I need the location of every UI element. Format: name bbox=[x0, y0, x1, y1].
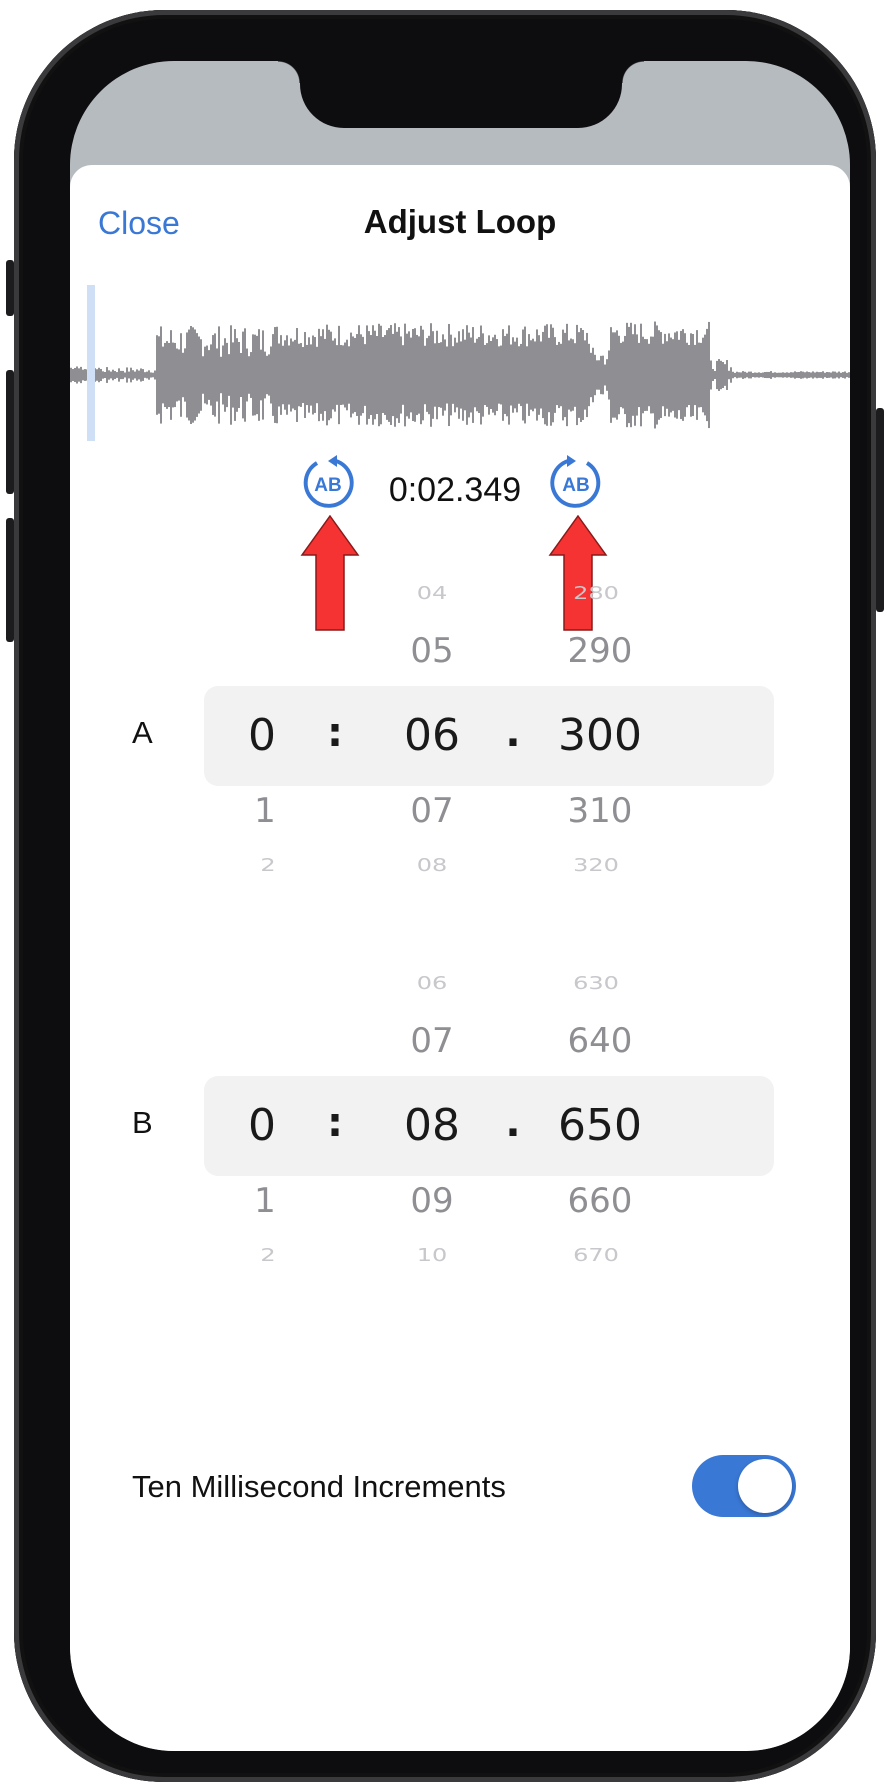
volume-down-button bbox=[6, 518, 14, 642]
screen: Adjust Loop Close AB 0:02.349 AB A 0 1 2… bbox=[70, 61, 850, 1751]
svg-text:AB: AB bbox=[562, 475, 589, 496]
picker-b-minutes-next1: 1 bbox=[254, 1181, 276, 1221]
picker-b-minutes-selected: 0 bbox=[248, 1100, 276, 1151]
close-button[interactable]: Close bbox=[98, 205, 180, 242]
ten-ms-increments-label: Ten Millisecond Increments bbox=[132, 1469, 506, 1504]
waveform-bars bbox=[70, 321, 850, 429]
picker-a-label: A bbox=[132, 715, 153, 750]
set-loop-end-button[interactable]: AB bbox=[546, 453, 606, 513]
picker-b-minutes-next2: 2 bbox=[260, 1244, 276, 1266]
phone-frame: Adjust Loop Close AB 0:02.349 AB A 0 1 2… bbox=[6, 10, 884, 1782]
picker-b-seconds-selected: 08 bbox=[404, 1100, 460, 1151]
picker-b-seconds-next2: 10 bbox=[416, 1244, 448, 1266]
picker-a-millis-prev1: 290 bbox=[567, 631, 633, 671]
power-button bbox=[876, 408, 884, 612]
notch bbox=[278, 61, 644, 128]
adjust-loop-sheet: Adjust Loop Close AB 0:02.349 AB A 0 1 2… bbox=[70, 165, 850, 1751]
picker-b-seconds-prev1: 07 bbox=[410, 1021, 454, 1061]
ab-loop-forward-icon: AB bbox=[550, 455, 601, 508]
hint-arrow-start bbox=[300, 515, 360, 631]
picker-a-millis-next1: 310 bbox=[567, 791, 633, 831]
toggle-knob bbox=[738, 1459, 792, 1513]
page-title: Adjust Loop bbox=[363, 203, 557, 240]
volume-up-button bbox=[6, 370, 14, 494]
picker-a-millis-prev2: 280 bbox=[573, 582, 619, 604]
current-time: 0:02.349 bbox=[388, 471, 522, 509]
picker-b-millis-next2: 670 bbox=[573, 1244, 619, 1266]
picker-b-millis-prev1: 640 bbox=[567, 1021, 633, 1061]
picker-b-seconds-prev2: 06 bbox=[416, 972, 448, 994]
picker-b-millis-selected: 650 bbox=[558, 1100, 642, 1151]
picker-a-millis-next2: 320 bbox=[573, 854, 619, 876]
picker-b-millis-prev2: 630 bbox=[573, 972, 619, 994]
picker-a-seconds-prev2: 04 bbox=[416, 582, 448, 604]
picker-b-seconds-next1: 09 bbox=[410, 1181, 454, 1221]
picker-a-colon: : bbox=[327, 710, 343, 756]
picker-a-millis-selected: 300 bbox=[558, 710, 642, 761]
picker-b-millis-next1: 660 bbox=[567, 1181, 633, 1221]
picker-a-seconds-selected: 06 bbox=[404, 710, 460, 761]
picker-a-minutes-next2: 2 bbox=[260, 854, 276, 876]
picker-a-seconds-prev1: 05 bbox=[410, 631, 454, 671]
silent-switch bbox=[6, 260, 14, 316]
waveform[interactable] bbox=[70, 265, 850, 465]
set-loop-start-button[interactable]: AB bbox=[298, 453, 358, 513]
picker-b-colon: : bbox=[327, 1100, 343, 1146]
device-stage: Adjust Loop Close AB 0:02.349 AB A 0 1 2… bbox=[0, 0, 890, 1790]
svg-text:AB: AB bbox=[314, 475, 341, 496]
playhead[interactable] bbox=[87, 285, 95, 441]
ab-loop-back-icon: AB bbox=[303, 455, 354, 508]
hint-arrow-end bbox=[548, 515, 608, 631]
ten-ms-increments-toggle[interactable] bbox=[692, 1455, 796, 1517]
picker-a-seconds-next1: 07 bbox=[410, 791, 454, 831]
picker-a-minutes-next1: 1 bbox=[254, 791, 276, 831]
picker-a-seconds-next2: 08 bbox=[416, 854, 448, 876]
picker-a-minutes-selected: 0 bbox=[248, 710, 276, 761]
picker-b-label: B bbox=[132, 1105, 153, 1140]
